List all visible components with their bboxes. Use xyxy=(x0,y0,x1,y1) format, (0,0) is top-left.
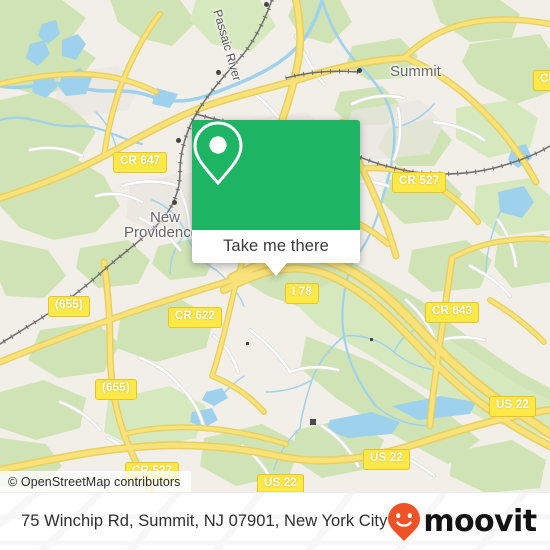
road-shield-us-22-right: US 22 xyxy=(489,396,536,417)
popup-pointer xyxy=(265,263,287,276)
road-shield-i-78: I 78 xyxy=(285,283,319,304)
moovit-logo[interactable]: moovit xyxy=(387,502,537,542)
place-label-summit: Summit xyxy=(390,63,441,80)
place-label-providence: Providence xyxy=(124,224,200,241)
rail-station-dot xyxy=(216,70,221,75)
road-shield-us-22-bottom: US 22 xyxy=(257,474,304,493)
rail-station-dot xyxy=(176,138,181,143)
take-me-there-button[interactable]: Take me there xyxy=(192,230,360,276)
road-shield-cr: CR xyxy=(533,70,550,91)
rail-station-dot xyxy=(357,68,362,73)
road-shield-cr-527: CR 527 xyxy=(392,172,447,193)
road-shield-cr-643: CR 643 xyxy=(425,302,480,323)
rail-station-dot xyxy=(264,2,269,7)
map-pin-icon xyxy=(193,121,243,186)
road-shield-655-lower: (655) xyxy=(95,379,137,400)
map-canvas[interactable]: .gr{fill:#cfe3b4} .gr2{fill:#d6e8bd} .wt… xyxy=(0,0,550,493)
moovit-pin-smile-icon xyxy=(388,502,421,541)
popup-pin-area xyxy=(192,120,360,230)
road-shield-655-upper: (655) xyxy=(48,296,90,317)
footer-bar: 75 Winchip Rd, Summit, NJ 07901, New Yor… xyxy=(0,492,550,550)
road-shield-cr-647: CR 647 xyxy=(113,152,168,173)
location-popup-card[interactable]: Take me there xyxy=(192,120,360,276)
moovit-map-screenshot: .gr{fill:#cfe3b4} .gr2{fill:#d6e8bd} .wt… xyxy=(0,0,550,550)
take-me-there-label: Take me there xyxy=(223,237,329,255)
map-attribution[interactable]: © OpenStreetMap contributors xyxy=(0,471,191,493)
road-shield-cr-622: CR 622 xyxy=(168,307,223,328)
address-label: 75 Winchip Rd, Summit, NJ 07901, New Yor… xyxy=(21,512,388,530)
rail-station-dot xyxy=(172,200,177,205)
road-shield-us-22-mid: US 22 xyxy=(363,449,410,470)
moovit-wordmark: moovit xyxy=(423,503,537,539)
